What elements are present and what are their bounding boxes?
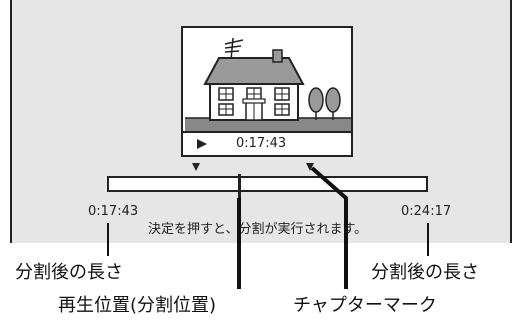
leader-chapter [310, 166, 348, 289]
callout-playback-position: 再生位置(分割位置) [58, 295, 217, 316]
callout-chapter-mark: チャプターマーク [293, 295, 437, 316]
callout-split-length-right: 分割後の長さ [371, 262, 479, 283]
callout-split-length-left: 分割後の長さ [15, 262, 123, 283]
